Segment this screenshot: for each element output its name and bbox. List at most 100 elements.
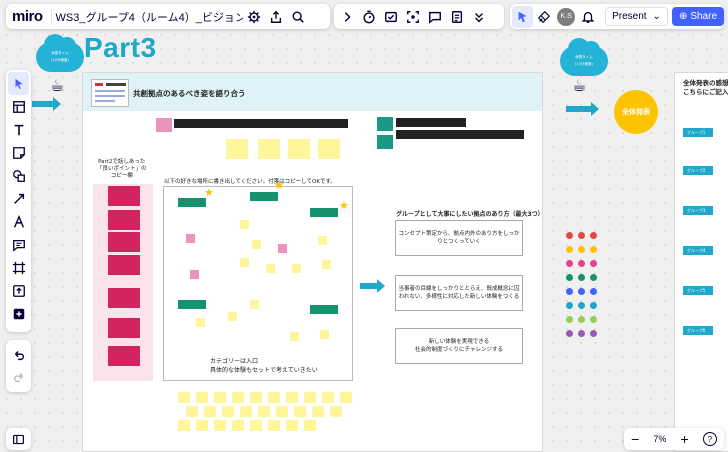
sticky-note[interactable] xyxy=(304,420,316,431)
sticky-note[interactable] xyxy=(320,330,329,339)
frame-tool-icon[interactable] xyxy=(8,256,29,279)
reactions-icon[interactable] xyxy=(533,6,554,28)
sticky-note[interactable] xyxy=(196,392,208,403)
sticky-note[interactable] xyxy=(186,406,198,417)
sticky-note[interactable] xyxy=(278,244,287,253)
settings-gear-icon[interactable] xyxy=(243,6,265,28)
group-button[interactable]: グループ6 xyxy=(683,326,713,335)
red-card[interactable] xyxy=(108,288,140,308)
priority-box-1[interactable]: コンセプト策定から、拠点内外のあり方をしっかりとつくっていく xyxy=(395,220,523,256)
sticky-note[interactable] xyxy=(226,139,248,159)
red-card[interactable] xyxy=(108,186,140,206)
sticky-note[interactable] xyxy=(156,118,172,132)
sticky-note[interactable] xyxy=(178,420,190,431)
comment-icon[interactable] xyxy=(424,6,446,28)
present-button[interactable]: Present ⌄ xyxy=(605,7,668,26)
sticky-note[interactable] xyxy=(294,406,306,417)
user-avatar[interactable]: K.S xyxy=(557,7,575,26)
voting-icon[interactable] xyxy=(380,6,402,28)
group-button[interactable]: グループ3 xyxy=(683,206,713,215)
red-card[interactable] xyxy=(108,318,140,338)
pen-icon[interactable] xyxy=(8,210,29,233)
notification-bell-icon[interactable] xyxy=(578,6,599,28)
chevron-right-icon[interactable] xyxy=(336,6,358,28)
red-card[interactable] xyxy=(108,210,140,230)
group-button[interactable]: グループ1 xyxy=(683,128,713,137)
zoom-level[interactable]: 7% xyxy=(653,434,666,444)
sticky-note[interactable] xyxy=(252,240,261,249)
sticky-note[interactable] xyxy=(232,420,244,431)
priority-box-3[interactable]: 新しい体験を実現できる 社会的制度づくりにチャレンジする xyxy=(395,328,523,364)
sticky-note[interactable] xyxy=(288,139,310,159)
sticky-note[interactable] xyxy=(214,392,226,403)
sticky-note[interactable] xyxy=(204,406,216,417)
shapes-icon[interactable] xyxy=(8,164,29,187)
sticky-note[interactable] xyxy=(377,135,393,149)
sticky-note[interactable] xyxy=(290,332,299,341)
red-card[interactable] xyxy=(108,255,140,275)
sticky-note[interactable] xyxy=(330,406,342,417)
sticky-note[interactable] xyxy=(250,300,259,309)
zoom-out-button[interactable]: − xyxy=(631,431,639,447)
timer-icon[interactable] xyxy=(358,6,380,28)
sticky-note[interactable] xyxy=(377,117,393,131)
search-icon[interactable] xyxy=(287,6,309,28)
sticky-note[interactable] xyxy=(196,318,205,327)
sticky-note[interactable] xyxy=(318,139,340,159)
sticky-note[interactable] xyxy=(258,139,280,159)
sticky-note[interactable] xyxy=(258,406,270,417)
sticky-note[interactable] xyxy=(250,392,262,403)
red-card[interactable] xyxy=(108,232,140,252)
help-icon[interactable]: ? xyxy=(702,432,717,446)
sticky-note[interactable] xyxy=(186,234,195,243)
sticky-note[interactable] xyxy=(266,264,275,273)
sticky-note[interactable] xyxy=(318,236,327,245)
group-button[interactable]: グループ4 xyxy=(683,246,713,255)
sticky-note[interactable] xyxy=(322,392,334,403)
chevron-double-down-icon[interactable] xyxy=(468,6,490,28)
group-button[interactable]: グループ5 xyxy=(683,286,713,295)
sticky-note[interactable] xyxy=(214,420,226,431)
sticky-note[interactable] xyxy=(276,406,288,417)
redo-icon[interactable] xyxy=(8,366,30,388)
sticky-note[interactable] xyxy=(228,312,237,321)
sticky-note[interactable] xyxy=(232,392,244,403)
sticky-note[interactable] xyxy=(222,406,234,417)
sticky-note[interactable] xyxy=(312,406,324,417)
upload-icon[interactable] xyxy=(8,279,29,302)
sticky-note[interactable] xyxy=(196,420,208,431)
sticky-note[interactable] xyxy=(286,392,298,403)
group-button[interactable]: グループ2 xyxy=(683,166,713,175)
sticky-note[interactable] xyxy=(304,392,316,403)
sticky-note[interactable] xyxy=(240,258,249,267)
miro-logo[interactable]: miro xyxy=(6,8,51,25)
sticky-note[interactable] xyxy=(240,406,252,417)
sticky-note[interactable] xyxy=(286,420,298,431)
sticky-note[interactable] xyxy=(240,220,249,229)
sticky-note[interactable] xyxy=(340,392,352,403)
frame-focus-icon[interactable] xyxy=(402,6,424,28)
sticky-note[interactable] xyxy=(178,392,190,403)
templates-icon[interactable] xyxy=(8,95,29,118)
connection-line-icon[interactable] xyxy=(8,187,29,210)
notes-list-icon[interactable] xyxy=(446,6,468,28)
sticky-note-icon[interactable] xyxy=(8,141,29,164)
share-button[interactable]: ⊕ Share xyxy=(671,7,725,26)
priority-box-2[interactable]: 当事者の目線をしっかりととらえ、既成概念に囚われない、多様性に対応した新しい体験… xyxy=(395,275,523,311)
upload-share-icon[interactable] xyxy=(265,6,287,28)
sticky-note[interactable] xyxy=(322,260,331,269)
sticky-note[interactable] xyxy=(292,264,301,273)
sticky-note[interactable] xyxy=(190,270,199,279)
board-panel-toggle-icon[interactable] xyxy=(6,428,31,450)
red-card[interactable] xyxy=(108,346,140,366)
sticky-note[interactable] xyxy=(268,420,280,431)
more-apps-plus-icon[interactable] xyxy=(8,302,29,325)
select-cursor-icon[interactable] xyxy=(8,72,29,95)
chevron-down-icon[interactable]: ⌄ xyxy=(653,11,661,22)
sticky-note[interactable] xyxy=(268,392,280,403)
cursor-arrow-icon[interactable] xyxy=(512,5,534,28)
comment-tool-icon[interactable] xyxy=(8,233,29,256)
zoom-in-button[interactable]: + xyxy=(681,431,689,447)
sticky-note[interactable] xyxy=(250,420,262,431)
text-tool-icon[interactable] xyxy=(8,118,29,141)
